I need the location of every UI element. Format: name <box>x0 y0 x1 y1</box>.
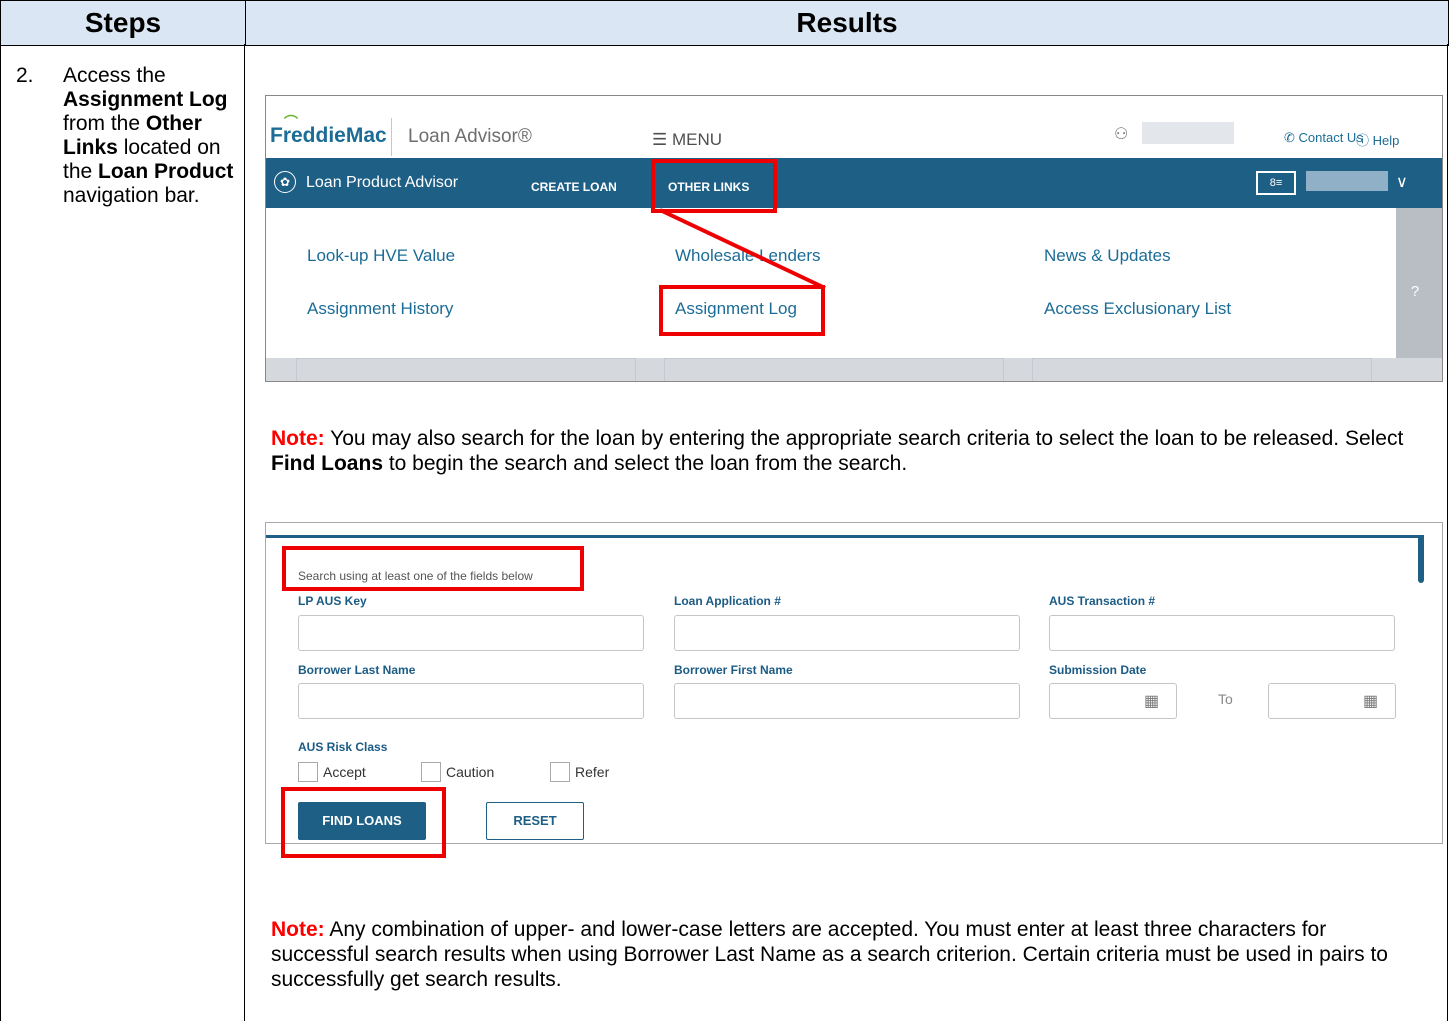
background-tiles <box>266 358 1442 381</box>
link-news-updates[interactable]: News & Updates <box>1044 246 1171 266</box>
step-text-1: Access the <box>63 64 166 87</box>
app-topbar: ⌒ FreddieMac Loan Advisor® ☰ MENU ⚇ ✆ Co… <box>266 96 1442 158</box>
feedback-help-icon[interactable]: ? <box>1400 276 1430 308</box>
loan-advisor-screenshot: ⌒ FreddieMac Loan Advisor® ☰ MENU ⚇ ✆ Co… <box>265 95 1443 382</box>
accept-checkbox-label: Accept <box>323 764 366 780</box>
highlight-find-loans <box>281 787 446 858</box>
step-bold-assignment-log: Assignment Log <box>63 88 228 111</box>
reset-button[interactable]: RESET <box>486 802 584 840</box>
note-label: Note: <box>271 427 325 450</box>
help-link[interactable]: ⓘ Help <box>1356 130 1399 149</box>
note-text: You may also search for the loan by ente… <box>324 427 1404 450</box>
note-find-loans: Note: You may also search for the loan b… <box>271 426 1421 476</box>
step-bold-loan-product: Loan Product <box>98 160 234 183</box>
logo-freddie-text: Freddie <box>270 124 346 147</box>
caution-checkbox[interactable] <box>421 762 441 782</box>
help-label: Help <box>1372 133 1400 148</box>
nav-create-loan[interactable]: CREATE LOAN <box>531 180 617 194</box>
link-lookup-hve[interactable]: Look-up HVE Value <box>307 246 455 266</box>
logo-roof-icon: ⌒ <box>284 114 298 130</box>
step-number: 2. <box>16 64 34 87</box>
other-links-dropdown: Look-up HVE Value Wholesale Lenders News… <box>270 208 1396 358</box>
id-card-icon[interactable]: 8≡ <box>1256 171 1296 195</box>
nav-loan-product-advisor[interactable]: Loan Product Advisor <box>306 174 458 192</box>
menu-button[interactable]: ☰ MENU <box>652 130 722 150</box>
label-lp-aus-key: LP AUS Key <box>298 594 367 608</box>
highlight-assignment-log <box>659 285 825 336</box>
highlight-other-links <box>651 159 777 213</box>
refer-checkbox[interactable] <box>550 762 570 782</box>
highlight-search-hint <box>282 546 584 591</box>
link-wholesale-lenders[interactable]: Wholesale Lenders <box>675 246 821 266</box>
borrower-first-name-input[interactable] <box>674 683 1020 719</box>
label-borrower-last-name: Borrower Last Name <box>298 663 416 677</box>
contact-us-link[interactable]: ✆ Contact Us <box>1284 130 1363 146</box>
step-text-4: navigation bar. <box>63 184 200 207</box>
aus-transaction-input[interactable] <box>1049 615 1395 651</box>
chevron-down-icon[interactable]: ∨ <box>1396 172 1408 192</box>
step-text-2: from the <box>63 112 146 135</box>
table-left-border <box>0 44 1 1021</box>
note-bold-find-loans: Find Loans <box>271 452 383 475</box>
link-exclusionary-list[interactable]: Access Exclusionary List <box>1044 299 1231 319</box>
contact-us-label: Contact Us <box>1298 130 1363 145</box>
borrower-last-name-input[interactable] <box>298 683 644 719</box>
label-borrower-first-name: Borrower First Name <box>674 663 793 677</box>
caution-checkbox-label: Caution <box>446 764 495 780</box>
label-aus-transaction: AUS Transaction # <box>1049 594 1156 608</box>
logo-mac-text: Mac <box>345 124 387 147</box>
note-text: Any combination of upper- and lower-case… <box>271 918 1388 991</box>
table-column-divider <box>244 44 245 1021</box>
form-top-border <box>266 535 1422 538</box>
accept-checkbox[interactable] <box>298 762 318 782</box>
bg-tile <box>296 358 636 381</box>
table-right-border <box>1447 44 1448 1021</box>
lpa-icon: ✿ <box>274 171 296 193</box>
label-aus-risk-class: AUS Risk Class <box>298 740 388 754</box>
bg-tile <box>1032 358 1372 381</box>
loan-application-input[interactable] <box>674 615 1020 651</box>
account-redacted <box>1306 171 1388 191</box>
logo-separator <box>391 118 392 156</box>
lp-aus-key-input[interactable] <box>298 615 644 651</box>
label-submission-date: Submission Date <box>1049 663 1147 677</box>
phone-icon: ✆ <box>1284 130 1299 145</box>
bg-tile <box>664 358 1004 381</box>
date-to-label: To <box>1218 691 1233 707</box>
step-instructions: Access the Assignment Log from the Other… <box>63 64 243 208</box>
steps-header: Steps <box>84 7 162 38</box>
note-search-rules: Note: Any combination of upper- and lowe… <box>271 917 1421 992</box>
label-loan-application: Loan Application # <box>674 594 781 608</box>
loan-product-nav-bar: ✿ Loan Product Advisor CREATE LOAN OTHER… <box>266 158 1442 208</box>
refer-checkbox-label: Refer <box>575 764 610 780</box>
note-text: to begin the search and select the loan … <box>383 452 908 475</box>
user-icon[interactable]: ⚇ <box>1114 124 1128 144</box>
results-header: Results <box>796 7 898 38</box>
table-header: Steps Results <box>0 0 1449 46</box>
loan-advisor-title: Loan Advisor® <box>408 126 532 147</box>
form-tab-edge <box>1418 535 1424 583</box>
note-label: Note: <box>271 918 325 941</box>
user-name-redacted <box>1142 122 1234 144</box>
calendar-icon[interactable]: ▦ <box>1144 691 1159 711</box>
calendar-icon[interactable]: ▦ <box>1363 691 1378 711</box>
freddie-mac-logo: ⌒ FreddieMac <box>270 114 387 148</box>
help-circle-icon: ⓘ <box>1356 133 1373 148</box>
link-assignment-history[interactable]: Assignment History <box>307 299 453 319</box>
